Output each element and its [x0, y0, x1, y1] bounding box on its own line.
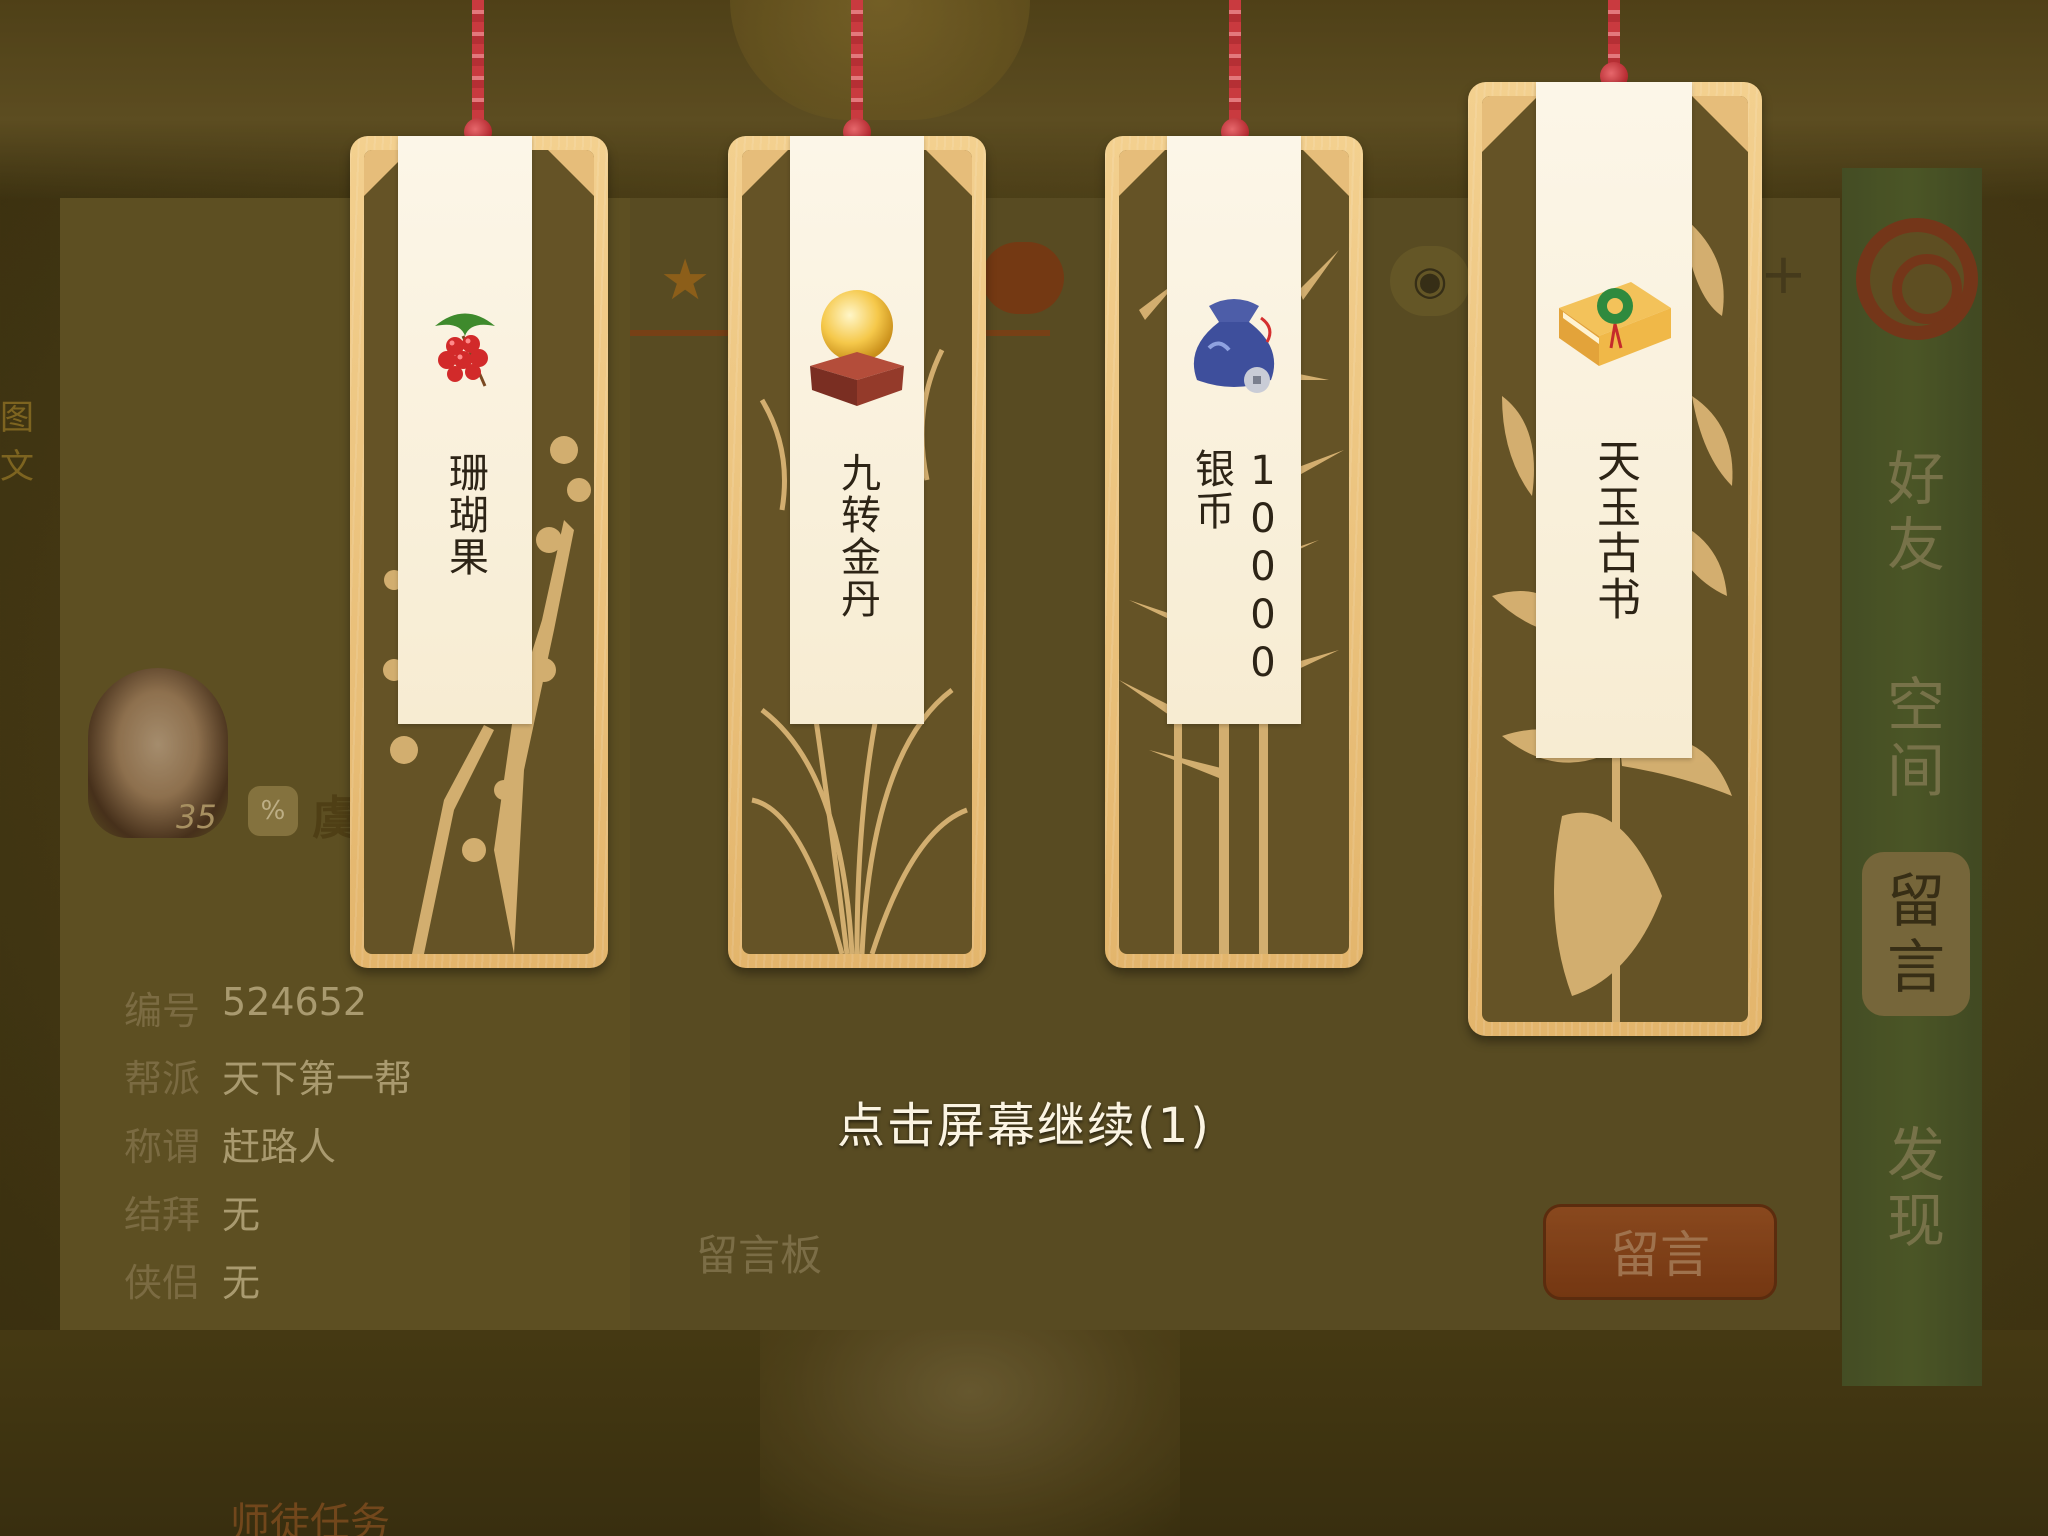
reward-tag: 天玉古书	[1536, 82, 1692, 758]
coral-fruit-icon	[435, 313, 495, 387]
reward-bookmark-4[interactable]: 天玉古书	[1468, 82, 1762, 1036]
reward-tag: 九转金丹	[790, 136, 924, 724]
reward-bookmark-3[interactable]: 10000银币	[1105, 136, 1363, 968]
jade-ancient-book-icon	[1559, 282, 1671, 366]
reward-bookmark-2[interactable]: 九转金丹	[728, 136, 986, 968]
reward-bookmark-1[interactable]: 珊瑚果	[350, 136, 608, 968]
reward-name: 10000银币	[1188, 448, 1286, 688]
reward-name: 九转金丹	[834, 452, 880, 620]
reward-name: 天玉古书	[1589, 438, 1640, 622]
reward-tag: 珊瑚果	[398, 136, 532, 724]
tap-to-continue-hint[interactable]: 点击屏幕继续(1)	[0, 1086, 2048, 1156]
silver-coin-pouch-icon	[1193, 299, 1275, 393]
golden-pill-icon	[810, 290, 904, 406]
reward-tag: 10000银币	[1167, 136, 1301, 724]
reward-name: 珊瑚果	[442, 452, 488, 578]
